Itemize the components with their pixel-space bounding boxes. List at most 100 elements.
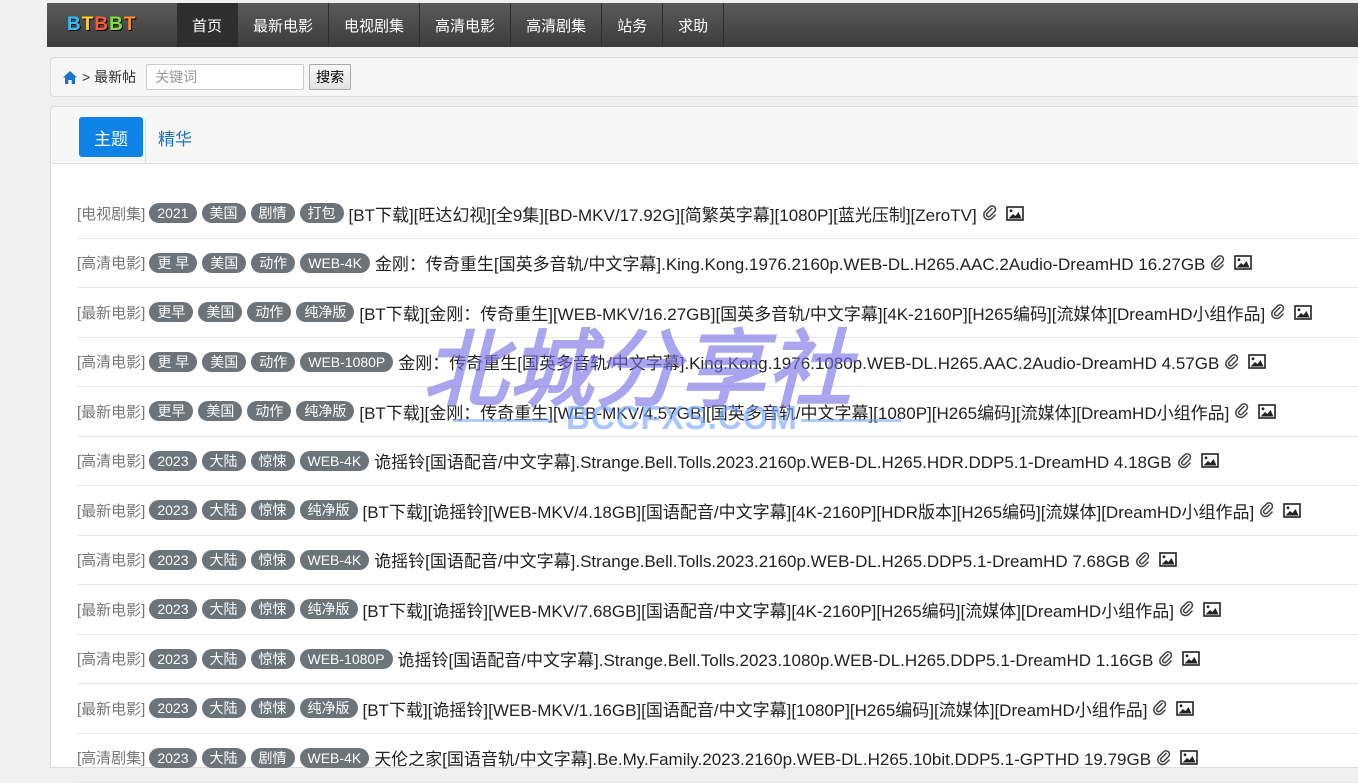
thread-tag[interactable]: 更早: [149, 401, 193, 421]
thread-tag[interactable]: 2023: [149, 451, 196, 471]
thread-tag[interactable]: 剧情: [251, 203, 295, 223]
site-logo[interactable]: BTBBT: [47, 3, 177, 47]
thread-tag[interactable]: 大陆: [202, 550, 246, 570]
thread-title[interactable]: 天伦之家[国语音轨/中文字幕].Be.My.Family.2023.2160p.…: [374, 745, 1151, 770]
paperclip-icon: [1159, 651, 1173, 667]
thread-tag[interactable]: 大陆: [202, 748, 246, 768]
thread-tag[interactable]: 动作: [251, 253, 295, 273]
thread-tag[interactable]: 美国: [202, 203, 246, 223]
thread-category[interactable]: [最新电影]: [77, 500, 145, 521]
nav-item[interactable]: 最新电影: [238, 3, 329, 47]
nav-item[interactable]: 求助: [663, 3, 724, 47]
top-navbar: BTBBT 首页最新电影电视剧集高清电影高清剧集站务求助: [47, 3, 1358, 47]
search-input[interactable]: [146, 64, 304, 90]
thread-tag[interactable]: 美国: [198, 302, 242, 322]
thread-title[interactable]: [BT下载][诡摇铃][WEB-MKV/1.16GB][国语配音/中文字幕][1…: [363, 696, 1148, 721]
thread-category[interactable]: [电视剧集]: [77, 203, 145, 224]
thread-category[interactable]: [高清电影]: [77, 648, 145, 669]
thread-category[interactable]: [高清电影]: [77, 351, 145, 372]
thread-tag[interactable]: 2023: [149, 500, 196, 520]
thread-title[interactable]: [BT下载][诡摇铃][WEB-MKV/7.68GB][国语配音/中文字幕][4…: [363, 597, 1174, 622]
breadcrumb-separator: >: [82, 69, 90, 85]
thread-tag[interactable]: 更早: [149, 302, 193, 322]
thread-category[interactable]: [高清电影]: [77, 450, 145, 471]
thread-tag[interactable]: 2023: [149, 649, 196, 669]
thread-tag[interactable]: 惊悚: [251, 451, 295, 471]
nav-item[interactable]: 电视剧集: [329, 3, 420, 47]
search-button[interactable]: 搜索: [309, 64, 351, 90]
image-icon: [1258, 404, 1276, 419]
thread-tag[interactable]: WEB-4K: [300, 451, 370, 471]
thread-category[interactable]: [高清剧集]: [77, 747, 145, 768]
thread-category[interactable]: [最新电影]: [77, 599, 145, 620]
nav-item[interactable]: 站务: [602, 3, 663, 47]
thread-tag[interactable]: 2023: [149, 599, 196, 619]
thread-tag[interactable]: 美国: [202, 352, 246, 372]
thread-tag[interactable]: WEB-1080P: [300, 649, 393, 669]
thread-tag[interactable]: 动作: [247, 302, 291, 322]
tab-bar: 主题 精华: [51, 107, 1358, 164]
thread-tag[interactable]: 更 早: [149, 253, 197, 273]
thread-tag[interactable]: 惊悚: [251, 698, 295, 718]
thread-tag[interactable]: 2023: [149, 698, 196, 718]
thread-tag[interactable]: 惊悚: [251, 649, 295, 669]
thread-tag[interactable]: WEB-1080P: [300, 352, 393, 372]
thread-tag[interactable]: 纯净版: [296, 401, 354, 421]
thread-list: [电视剧集]2021美国剧情打包[BT下载][旺达幻视][全9集][BD-MKV…: [77, 189, 1358, 783]
thread-tag[interactable]: 大陆: [202, 500, 246, 520]
thread-tag[interactable]: 大陆: [202, 599, 246, 619]
thread-tag[interactable]: 更 早: [149, 352, 197, 372]
thread-tag[interactable]: WEB-4K: [300, 253, 370, 273]
thread-tag[interactable]: 美国: [198, 401, 242, 421]
thread-row: [最新电影]2023 大陆惊悚纯净版[BT下载][诡摇铃][WEB-MKV/1.1…: [77, 684, 1358, 734]
home-icon[interactable]: [62, 69, 78, 85]
thread-tag[interactable]: 美国: [202, 253, 246, 273]
thread-tag[interactable]: 动作: [247, 401, 291, 421]
tab-digest[interactable]: 精华: [155, 117, 195, 157]
thread-title[interactable]: 金刚：传奇重生[国英多音轨/中文字幕].King.Kong.1976.2160p…: [375, 250, 1205, 275]
thread-tag[interactable]: 大陆: [202, 698, 246, 718]
thread-tag[interactable]: 大陆: [202, 451, 246, 471]
thread-category[interactable]: [最新电影]: [77, 401, 145, 422]
thread-tag[interactable]: 惊悚: [251, 550, 295, 570]
paperclip-icon: [1225, 354, 1239, 370]
nav-item[interactable]: 首页: [177, 3, 238, 47]
thread-title[interactable]: [BT下载][金刚：传奇重生][WEB-MKV/16.27GB][国英多音轨/中…: [359, 300, 1265, 325]
nav-item[interactable]: 高清电影: [420, 3, 511, 47]
breadcrumb: > 最新帖: [82, 67, 136, 87]
thread-category[interactable]: [最新电影]: [77, 698, 145, 719]
image-icon: [1159, 552, 1177, 567]
thread-tag[interactable]: 纯净版: [300, 599, 358, 619]
thread-tag[interactable]: 大陆: [202, 649, 246, 669]
thread-tag[interactable]: 惊悚: [251, 500, 295, 520]
thread-category[interactable]: [高清电影]: [77, 252, 145, 273]
thread-category[interactable]: [最新电影]: [77, 302, 145, 323]
thread-tag[interactable]: 惊悚: [251, 599, 295, 619]
paperclip-icon: [1235, 403, 1249, 419]
thread-title[interactable]: [BT下载][旺达幻视][全9集][BD-MKV/17.92G][简繁英字幕][…: [349, 201, 977, 226]
thread-title[interactable]: 金刚：传奇重生[国英多音轨/中文字幕].King.Kong.1976.1080p…: [398, 349, 1219, 374]
thread-tag[interactable]: 剧情: [251, 748, 295, 768]
thread-panel: 主题 精华 [电视剧集]2021美国剧情打包[BT下载][旺达幻视][全9集][…: [50, 106, 1358, 768]
thread-tag[interactable]: 纯净版: [300, 500, 358, 520]
thread-title[interactable]: 诡摇铃[国语配音/中文字幕].Strange.Bell.Tolls.2023.1…: [398, 646, 1154, 671]
thread-title[interactable]: 诡摇铃[国语配音/中文字幕].Strange.Bell.Tolls.2023.2…: [374, 448, 1171, 473]
thread-tag[interactable]: 纯净版: [300, 698, 358, 718]
nav-item[interactable]: 高清剧集: [511, 3, 602, 47]
thread-tag[interactable]: 2021: [149, 203, 196, 223]
tab-topics[interactable]: 主题: [79, 117, 143, 157]
thread-tag[interactable]: 2023: [149, 748, 196, 768]
paperclip-icon: [1271, 304, 1285, 320]
thread-tag[interactable]: 2023: [149, 550, 196, 570]
thread-tag[interactable]: 纯净版: [296, 302, 354, 322]
thread-tag[interactable]: 打包: [300, 203, 344, 223]
thread-category[interactable]: [高清电影]: [77, 549, 145, 570]
thread-title[interactable]: [BT下载][诡摇铃][WEB-MKV/4.18GB][国语配音/中文字幕][4…: [363, 498, 1255, 523]
thread-title[interactable]: [BT下载][金刚：传奇重生][WEB-MKV/4.57GB][国英多音轨/中文…: [359, 399, 1229, 424]
paperclip-icon: [1153, 700, 1167, 716]
image-icon: [1283, 503, 1301, 518]
thread-tag[interactable]: 动作: [251, 352, 295, 372]
thread-title[interactable]: 诡摇铃[国语配音/中文字幕].Strange.Bell.Tolls.2023.2…: [374, 547, 1130, 572]
thread-tag[interactable]: WEB-4K: [300, 550, 370, 570]
thread-tag[interactable]: WEB-4K: [300, 748, 370, 768]
